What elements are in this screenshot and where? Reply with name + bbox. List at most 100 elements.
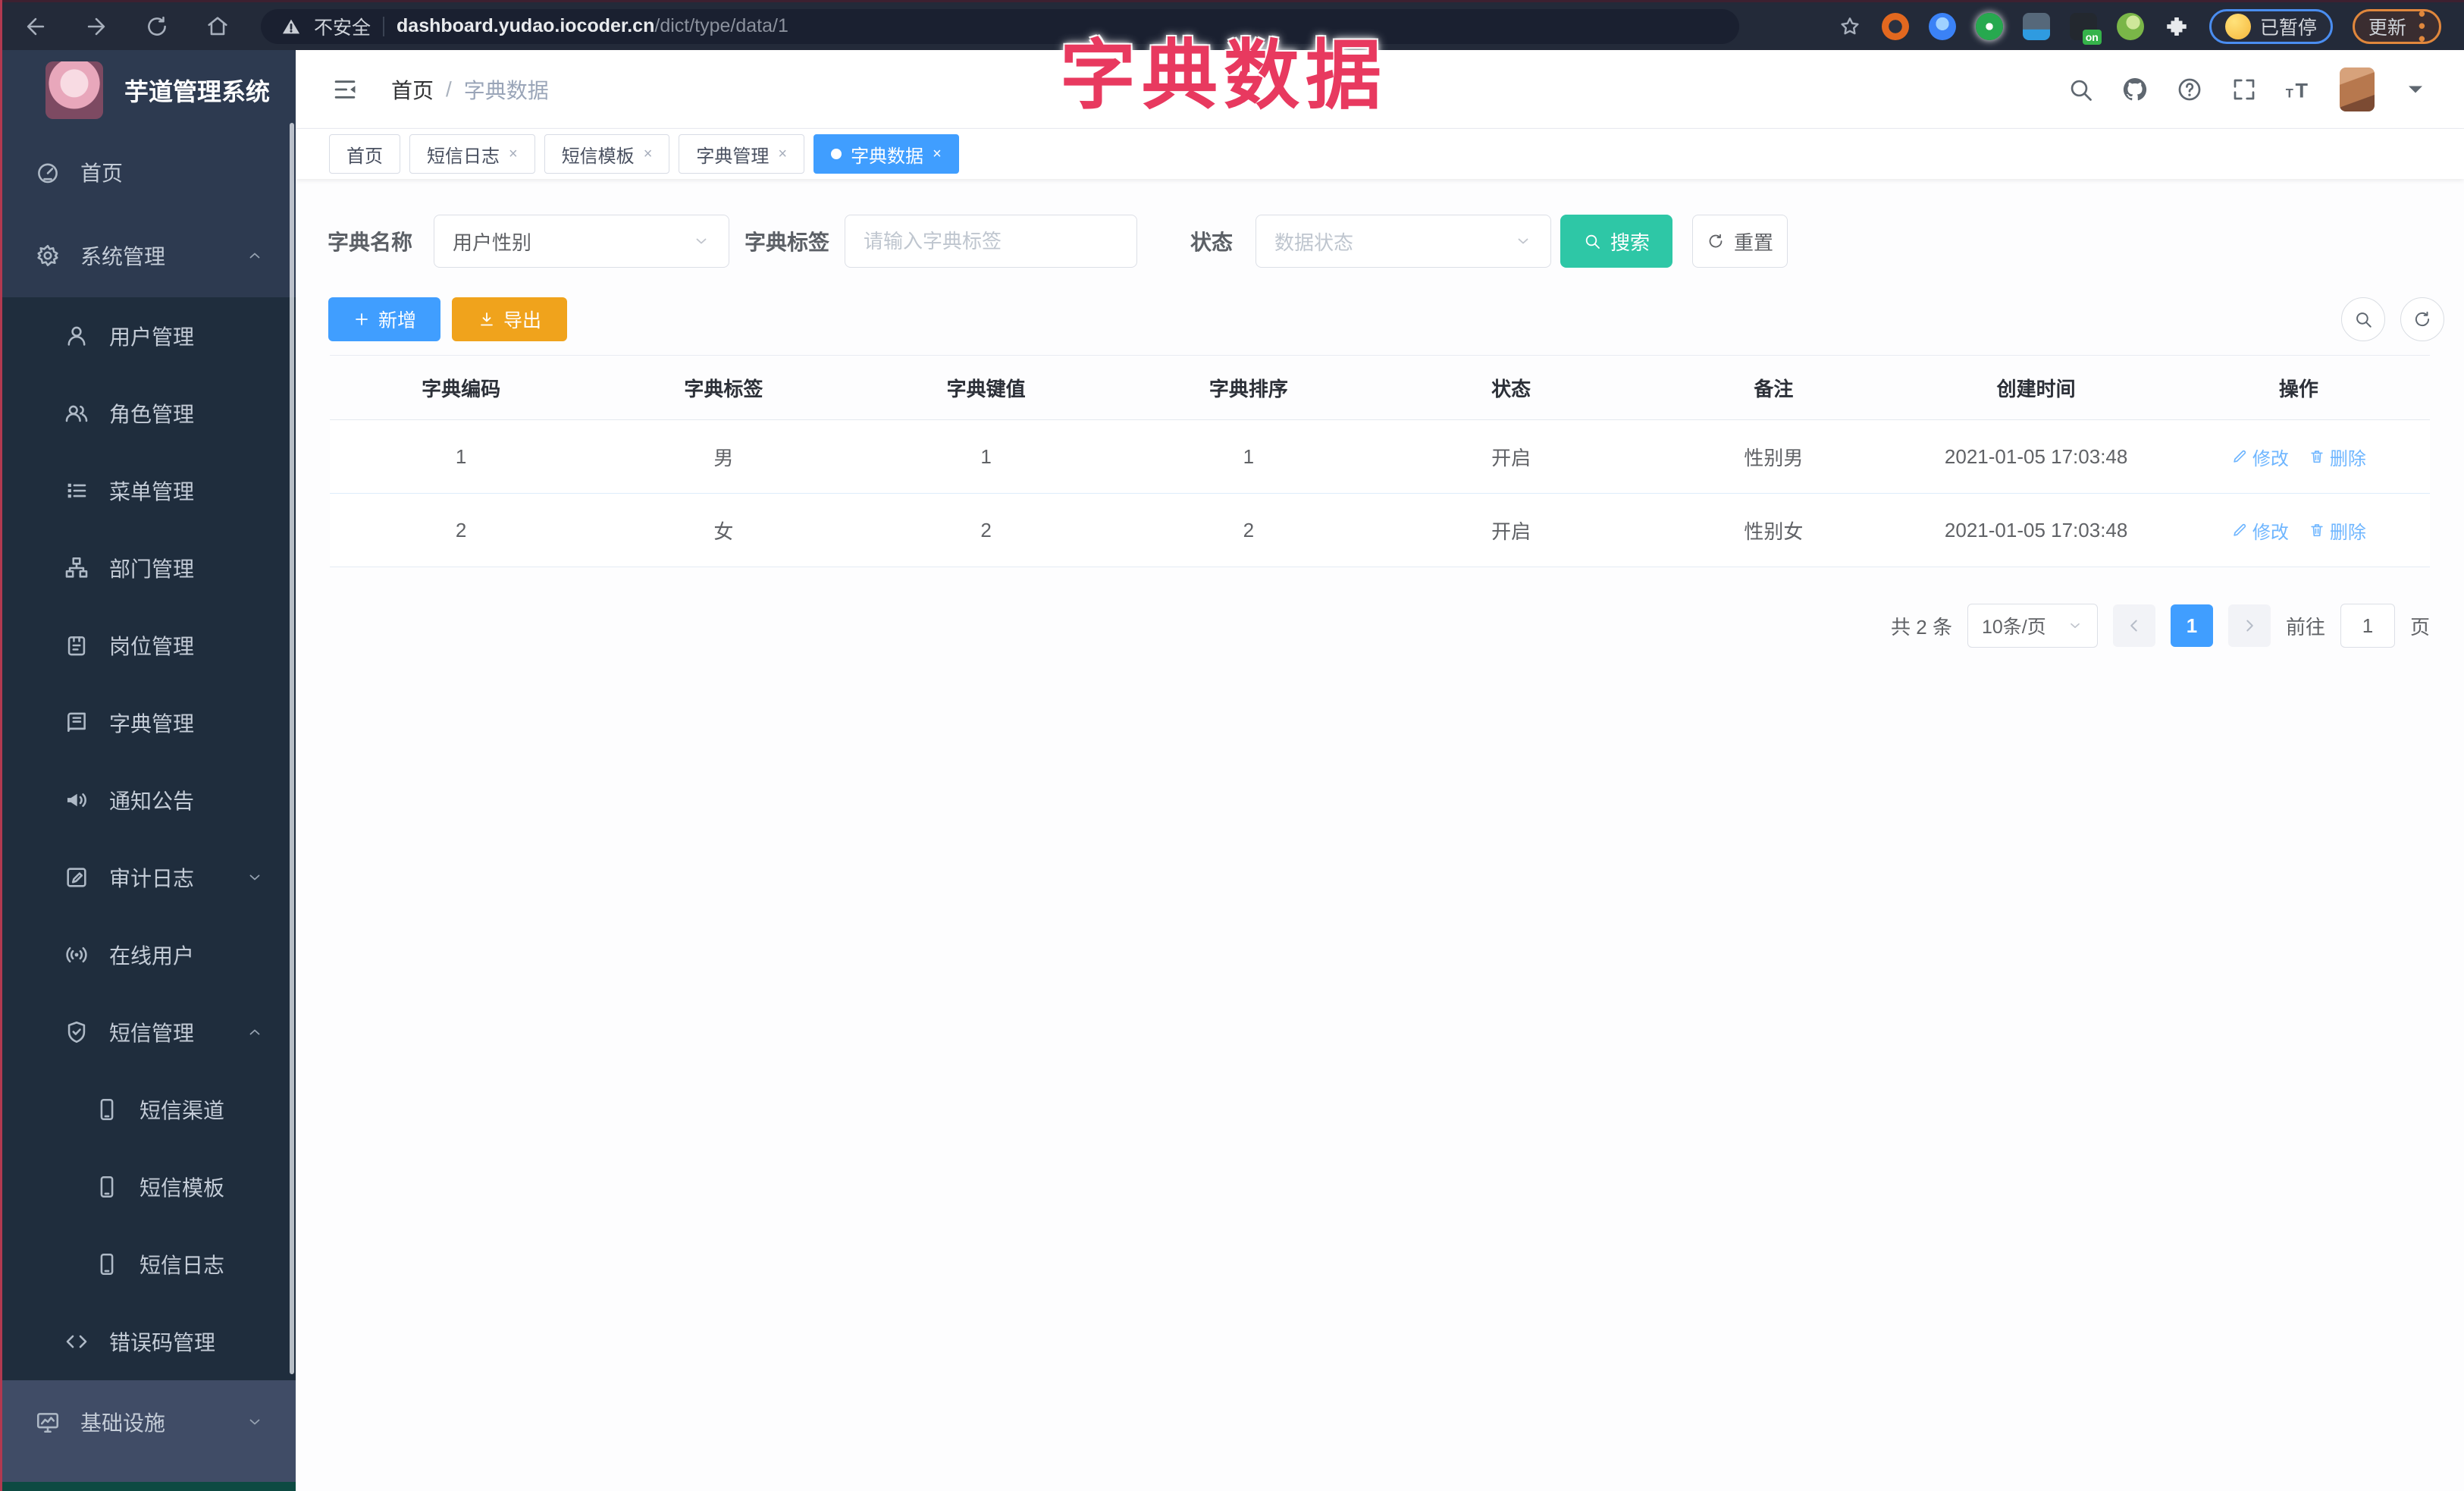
- bookmark-star-icon[interactable]: [1838, 14, 1862, 39]
- page-unit-label: 页: [2409, 615, 2430, 639]
- reset-button[interactable]: 重置: [1692, 215, 1788, 268]
- sidebar-item-错误码管理[interactable]: 错误码管理: [0, 1303, 296, 1380]
- extension-icon-orange[interactable]: [1881, 12, 1909, 40]
- sidebar-menu: 首页 系统管理 用户管理 角色管理 菜单管理 部门管理 岗位管理 字典管理 通知公告审计日志在线…: [0, 130, 296, 1464]
- status-label: 状态: [1190, 231, 1234, 254]
- users-icon: [64, 400, 89, 426]
- sidebar-item-字典管理[interactable]: 字典管理: [0, 684, 296, 761]
- tab-字典管理[interactable]: 字典管理 ×: [679, 134, 805, 174]
- page-content: 字典名称 用户性别 字典标签 状态 数据状态: [296, 179, 2464, 1491]
- next-page-button[interactable]: [2227, 604, 2271, 647]
- browser-update-button[interactable]: 更新 • • •: [2352, 4, 2441, 49]
- close-icon[interactable]: ×: [933, 146, 942, 163]
- avatar-caret-icon[interactable]: [2402, 76, 2429, 103]
- status-select[interactable]: 数据状态: [1256, 215, 1551, 268]
- close-icon[interactable]: ×: [778, 146, 787, 163]
- font-size-icon[interactable]: TT: [2285, 76, 2312, 103]
- sidebar-item-label: 审计日志: [109, 867, 195, 890]
- user-avatar[interactable]: [2340, 67, 2375, 111]
- sidebar-item-部门管理[interactable]: 部门管理: [0, 529, 296, 607]
- header-search-icon[interactable]: [2067, 76, 2094, 103]
- extension-icon-dark-on[interactable]: on: [2069, 12, 2102, 45]
- insecure-warning-icon: [281, 16, 302, 37]
- sidebar-item-菜单管理[interactable]: 菜单管理: [0, 452, 296, 529]
- sidebar-item-短信管理[interactable]: 短信管理: [0, 993, 296, 1071]
- help-icon[interactable]: [2176, 76, 2203, 103]
- page-size-select[interactable]: 10条/页: [1967, 604, 2098, 648]
- add-button-label: 新增: [378, 310, 416, 331]
- sidebar-scrollbar[interactable]: [290, 123, 294, 1374]
- edit-link[interactable]: 修改: [2231, 517, 2289, 544]
- delete-link[interactable]: 删除: [2309, 517, 2366, 544]
- app-title: 芋道管理系统: [124, 78, 271, 105]
- tab-首页[interactable]: 首页: [329, 134, 400, 174]
- table-cell: 性别女: [1744, 519, 1804, 543]
- online-user-icon: [64, 942, 89, 968]
- search-button[interactable]: 搜索: [1560, 215, 1672, 268]
- sidebar-logo-row[interactable]: 芋道管理系统: [0, 50, 296, 130]
- announcement-icon: [64, 787, 89, 813]
- browser-forward-icon[interactable]: [83, 14, 109, 39]
- sidebar-item-用户管理[interactable]: 用户管理: [0, 297, 296, 375]
- dict-name-value: 用户性别: [453, 231, 532, 254]
- chevron-down-icon: [692, 232, 710, 250]
- sidebar-item-基础设施[interactable]: 基础设施: [0, 1380, 296, 1464]
- table-row: 2 女 2 2 开启 性别女 2021-01-05 17:03:48 修改 删除: [330, 494, 2430, 567]
- fullscreen-icon[interactable]: [2230, 76, 2258, 103]
- tab-字典数据[interactable]: 字典数据 ×: [813, 134, 959, 174]
- add-button[interactable]: 新增: [328, 297, 440, 341]
- dict-label-input[interactable]: [864, 229, 1118, 253]
- breadcrumb-current: 字典数据: [463, 78, 549, 102]
- extension-icon-slate[interactable]: [2022, 12, 2050, 40]
- extension-icon-green-check[interactable]: [1975, 12, 2003, 40]
- page-number-button[interactable]: 1: [2170, 604, 2213, 647]
- export-button[interactable]: 导出: [452, 297, 567, 341]
- header-right-cluster: TT: [2067, 67, 2429, 111]
- browser-back-icon[interactable]: [23, 14, 49, 39]
- sidebar-item-角色管理[interactable]: 角色管理: [0, 375, 296, 452]
- github-icon[interactable]: [2121, 76, 2149, 103]
- breadcrumb-separator: /: [446, 77, 452, 101]
- close-icon[interactable]: ×: [644, 146, 653, 163]
- sidebar-item-短信模板[interactable]: 短信模板: [0, 1148, 296, 1226]
- sidebar-item-系统管理[interactable]: 系统管理: [0, 214, 296, 297]
- sidebar-item-短信渠道[interactable]: 短信渠道: [0, 1071, 296, 1148]
- sms-shield-icon: [64, 1019, 89, 1045]
- prev-page-button[interactable]: [2112, 604, 2155, 647]
- download-icon: [478, 310, 496, 328]
- breadcrumb-home[interactable]: 首页: [391, 74, 434, 105]
- address-bar[interactable]: 不安全 dashboard.yudao.iocoder.cn/dict/type…: [261, 8, 1739, 44]
- toggle-search-button[interactable]: [2341, 297, 2385, 341]
- dict-name-select[interactable]: 用户性别: [434, 215, 729, 268]
- edit-link[interactable]: 修改: [2231, 444, 2289, 470]
- sidebar-item-在线用户[interactable]: 在线用户: [0, 916, 296, 993]
- sidebar-fold-icon[interactable]: [331, 75, 359, 104]
- table-cell: 2: [455, 518, 467, 541]
- browser-reload-icon[interactable]: [144, 14, 170, 39]
- close-icon[interactable]: ×: [509, 146, 518, 163]
- sidebar-item-首页[interactable]: 首页: [0, 130, 296, 214]
- sidebar-item-通知公告[interactable]: 通知公告: [0, 761, 296, 839]
- sidebar-item-短信日志[interactable]: 短信日志: [0, 1226, 296, 1303]
- profile-paused-pill[interactable]: 已暂停: [2209, 8, 2333, 44]
- table-row: 1 男 1 1 开启 性别男 2021-01-05 17:03:48 修改 删除: [330, 420, 2430, 494]
- browser-menu-kebab-icon[interactable]: • • •: [2419, 4, 2425, 48]
- edit-link-label: 修改: [2252, 448, 2289, 469]
- sidebar-item-岗位管理[interactable]: 岗位管理: [0, 607, 296, 684]
- extension-icon-blue-drop[interactable]: [1928, 12, 1956, 40]
- chevron-down-icon: [2067, 617, 2083, 634]
- delete-link-label: 删除: [2329, 448, 2366, 469]
- table-cell: 1: [980, 444, 992, 468]
- tab-短信模板[interactable]: 短信模板 ×: [544, 134, 670, 174]
- sidebar-item-label: 在线用户: [109, 944, 195, 968]
- extensions-puzzle-icon[interactable]: [2164, 14, 2190, 39]
- reset-button-label: 重置: [1733, 231, 1773, 254]
- sidebar-item-审计日志[interactable]: 审计日志: [0, 839, 296, 916]
- extension-icon-green[interactable]: [2116, 12, 2144, 40]
- delete-link[interactable]: 删除: [2309, 444, 2366, 470]
- browser-home-icon[interactable]: [205, 14, 230, 39]
- refresh-table-button[interactable]: [2400, 297, 2444, 341]
- goto-page-input[interactable]: 1: [2340, 604, 2395, 648]
- code-icon: [64, 1329, 89, 1354]
- tab-短信日志[interactable]: 短信日志 ×: [409, 134, 535, 174]
